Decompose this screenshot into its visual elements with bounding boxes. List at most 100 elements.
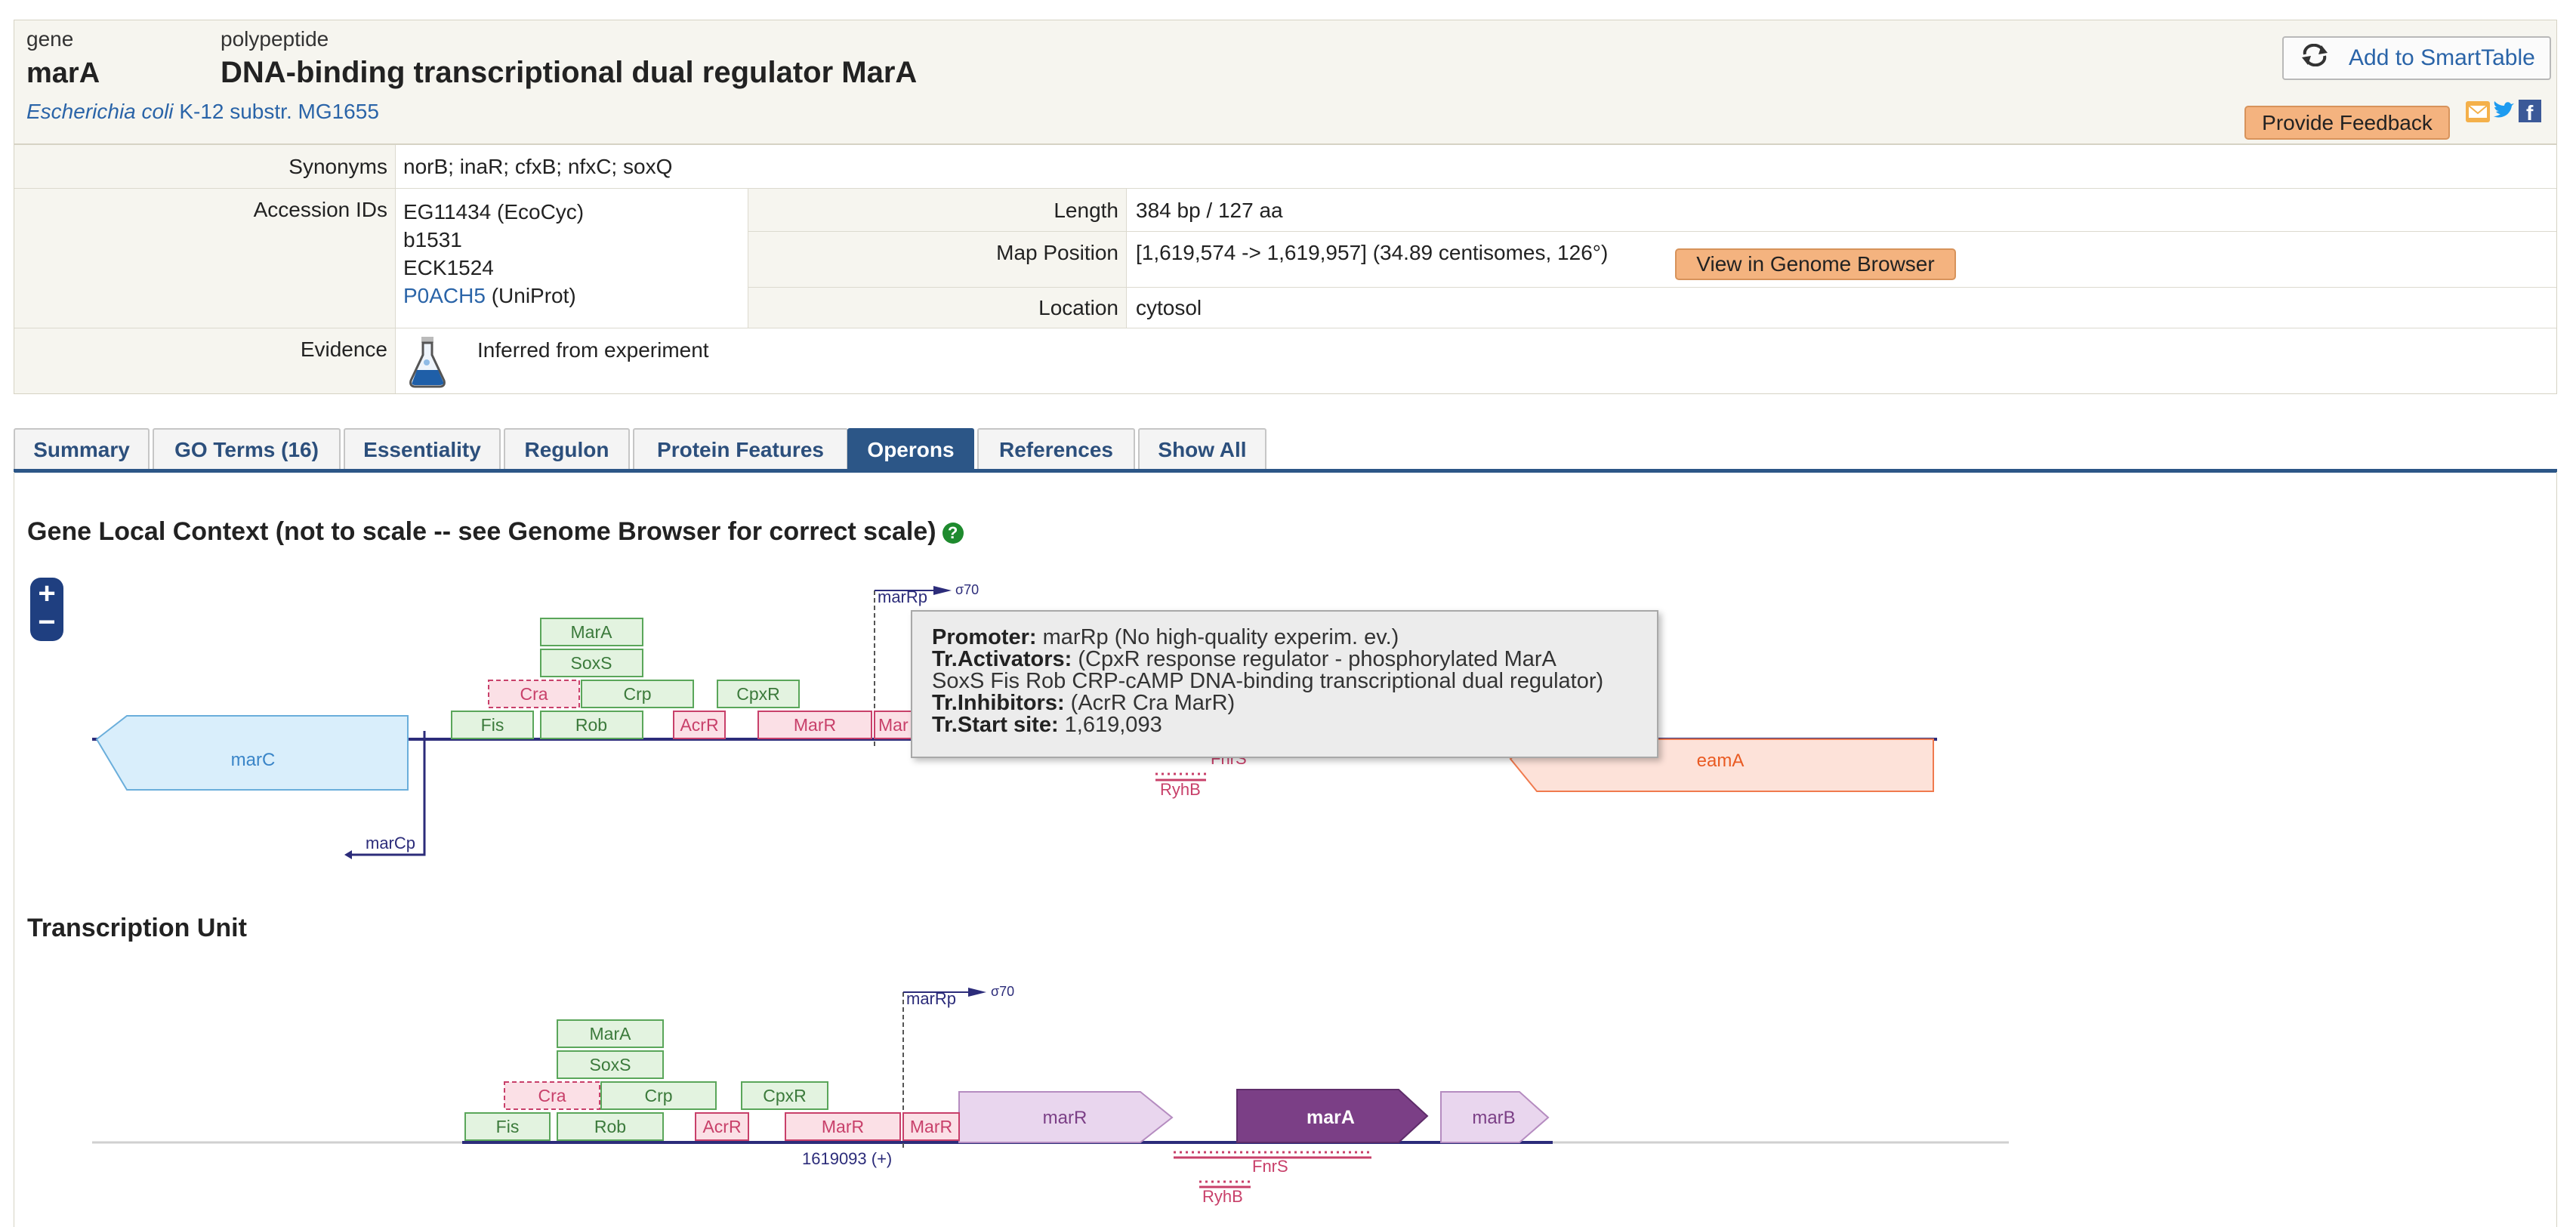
feedback-label: Provide Feedback [2262,110,2433,134]
promoter-marRp-arrow [933,586,952,595]
tab-regulon[interactable]: Regulon [504,428,630,470]
tu-site-soxs-label: SoxS [590,1055,631,1074]
tab-protein-features[interactable]: Protein Features [633,428,848,470]
gene-name: marA [26,57,100,89]
length-label: Length [748,189,1127,232]
tooltip-activators-value: (CpxR response regulator - phosphorylate… [1072,647,1556,671]
tooltip-activators: Tr.Activators: (CpxR response regulator … [932,649,1637,671]
tab-references[interactable]: References [977,428,1135,470]
synonyms-value: norB; inaR; cfxB; nfxC; soxQ [396,145,2556,189]
organism-link[interactable]: Escherichia coli K-12 substr. MG1655 [26,100,379,124]
map-position-label: Map Position [748,232,1127,288]
tooltip-promoter: Promoter: marRp (No high-quality experim… [932,627,1637,649]
accession-label: Accession IDs [14,189,396,328]
tu-site-marr-2-label: MarR [910,1117,952,1136]
tu-gene-marB-label: marB [1472,1108,1515,1128]
tooltip-start-key: Tr.Start site: [932,713,1059,737]
synonyms-label: Synonyms [14,145,396,189]
gene-context-title-text: Gene Local Context (not to scale -- see … [27,517,936,546]
tu-site-fis-label: Fis [496,1117,520,1136]
polypeptide-label: polypeptide [221,27,329,51]
tu-gene-marA-label: marA [1307,1107,1355,1128]
accession-b-number: b1531 [403,228,462,251]
tooltip-inhibitors-value: (AcrR Cra MarR) [1064,691,1236,715]
transcription-unit-diagram: marR marA marB marRp σ70 1619093 (+) Mar… [92,984,2009,1206]
site-mara-label: MarA [571,622,613,642]
site-acrr-label: AcrR [680,715,718,735]
evidence-value: Inferred from experiment [477,338,709,362]
smarttable-icon [2300,43,2329,72]
help-icon[interactable]: ? [942,523,964,544]
site-fis-label: Fis [481,715,504,735]
tooltip-start-value: 1,619,093 [1058,713,1162,737]
accession-ids: EG11434 (EcoCyc) b1531 ECK1524 P0ACH5 (U… [396,189,748,328]
smarttable-label: Add to SmartTable [2349,45,2535,70]
view-genome-browser-button[interactable]: View in Genome Browser [1675,248,1956,280]
gene-eamA-label: eamA [1697,751,1745,771]
evidence-label: Evidence [14,328,396,393]
organism-species[interactable]: Escherichia coli [26,100,174,123]
polypeptide-name: DNA-binding transcriptional dual regulat… [221,56,918,89]
tab-operons[interactable]: Operons [847,428,974,470]
site-marr-2-label: Mar [878,715,909,735]
accession-uniprot: P0ACH5 (UniProt) [403,282,740,310]
tab-essentiality[interactable]: Essentiality [344,428,501,470]
facebook-icon[interactable]: f [2519,100,2541,125]
tu-site-crp-label: Crp [644,1086,672,1105]
site-cra-label: Cra [520,684,548,704]
location-label: Location [748,288,1127,328]
tu-site-marr-label: MarR [822,1117,864,1136]
tab-summary[interactable]: Summary [14,428,150,470]
add-to-smarttable-button[interactable]: Add to SmartTable [2282,36,2551,80]
type-label: gene [26,27,74,51]
tu-site-cpxr-label: CpxR [763,1086,807,1105]
uniprot-link[interactable]: P0ACH5 [403,284,486,307]
tooltip-start-site: Tr.Start site: 1,619,093 [932,714,1637,736]
tooltip-promoter-value: marRp (No high-quality experim. ev.) [1036,625,1399,649]
promoter-marRp-label: marRp [878,587,927,606]
accession-eck: ECK1524 [403,256,494,279]
provide-feedback-button[interactable]: Provide Feedback [2244,106,2450,140]
tooltip-promoter-key: Promoter: [932,625,1037,649]
tab-go-terms[interactable]: GO Terms (16) [153,428,341,470]
tu-ryhb-label: RyhB [1202,1187,1243,1206]
sigma70-label: σ70 [955,582,979,597]
tu-site-acrr-label: AcrR [702,1117,741,1136]
twitter-icon[interactable] [2492,100,2515,122]
gene-context-title: Gene Local Context (not to scale -- see … [27,517,964,547]
uniprot-suffix: (UniProt) [485,284,576,307]
tooltip-activators-cont: SoxS Fis Rob CRP-cAMP DNA-binding transc… [932,669,1604,693]
tu-start-position: 1619093 (+) [802,1149,892,1168]
organism-strain[interactable]: K-12 substr. MG1655 [179,100,379,123]
length-value: 384 bp / 127 aa [1127,189,2556,232]
map-position-text: [1,619,574 -> 1,619,957] (34.89 centisom… [1136,241,1609,264]
tooltip-inhibitors: Tr.Inhibitors: (AcrR Cra MarR) [932,692,1637,714]
location-value: cytosol [1127,288,2556,328]
promoter-tooltip: Promoter: marRp (No high-quality experim… [911,610,1658,758]
tooltip-activators-key: Tr.Activators: [932,647,1072,671]
ryhb-label: RyhB [1160,780,1201,799]
site-crp-label: Crp [623,684,651,704]
genome-browser-label: View in Genome Browser [1696,252,1935,276]
site-soxs-label: SoxS [571,653,612,673]
tu-sigma70-label: σ70 [991,984,1014,999]
tu-site-mara-label: MarA [590,1024,632,1044]
site-rob-label: Rob [575,715,607,735]
gene-marC-label: marC [231,750,276,770]
tu-fnrs-label: FnrS [1252,1157,1288,1176]
svg-text:f: f [2526,101,2534,122]
experiment-flask-icon[interactable] [406,335,449,392]
tab-show-all[interactable]: Show All [1138,428,1266,470]
promoter-marCp-arrow [344,850,352,859]
tu-site-cra-label: Cra [538,1086,566,1105]
tu-gene-marR-label: marR [1043,1108,1087,1128]
promoter-marCp-label: marCp [366,834,415,852]
tu-promoter-arrow [968,988,986,997]
site-cpxr-label: CpxR [736,684,780,704]
tu-promoter-label: marRp [906,989,956,1008]
tu-site-rob-label: Rob [594,1117,626,1136]
transcription-unit-title: Transcription Unit [27,914,247,942]
email-icon[interactable] [2466,101,2490,122]
site-marr-label: MarR [794,715,836,735]
accession-ecocyc: EG11434 (EcoCyc) [403,200,585,224]
